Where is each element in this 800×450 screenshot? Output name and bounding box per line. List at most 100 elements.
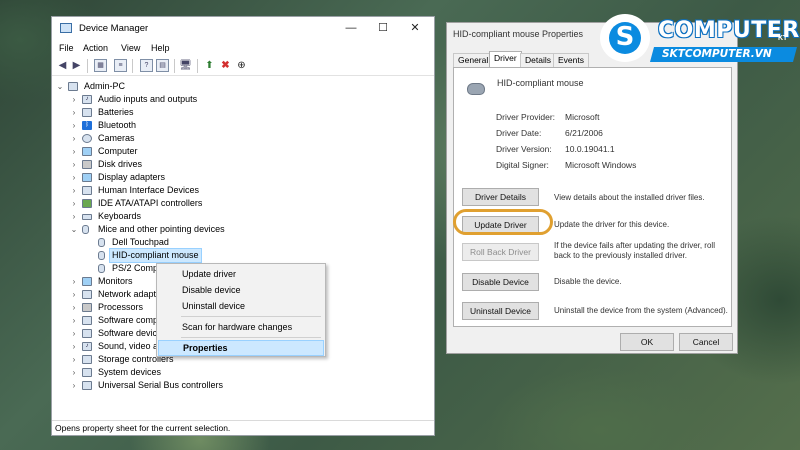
tree-item-dell-touchpad[interactable]: Dell Touchpad	[98, 236, 248, 249]
title-bar[interactable]: Device Manager — ☐ ✕	[52, 17, 434, 40]
chevron-right-icon[interactable]: ›	[70, 275, 78, 288]
roll-back-driver-desc: If the device fails after updating the d…	[554, 241, 715, 260]
tree-label: Display adapters	[98, 172, 166, 182]
tree-item-mice[interactable]: ⌄ Mice and other pointing devices	[70, 223, 290, 236]
chevron-right-icon[interactable]: ›	[70, 288, 78, 301]
tree-item-monitors[interactable]: › Monitors	[70, 275, 160, 288]
disable-device-button[interactable]: Disable Device	[462, 273, 539, 291]
tree-item-audio[interactable]: › ♪ Audio inputs and outputs	[70, 93, 270, 106]
menu-item-update-driver[interactable]: Update driver	[158, 266, 324, 282]
driver-provider-value: Microsoft	[565, 112, 600, 122]
chevron-right-icon[interactable]: ›	[70, 197, 78, 210]
menu-help[interactable]: Help	[151, 43, 170, 53]
chevron-right-icon[interactable]: ›	[70, 93, 78, 106]
tab-details[interactable]: Details	[520, 53, 556, 67]
tree-item-software-devices[interactable]: › Software devic	[70, 327, 160, 340]
enable-device-icon[interactable]: ⊕	[235, 59, 248, 72]
ide-controller-icon	[82, 199, 92, 208]
tree-item-keyboards[interactable]: › Keyboards	[70, 210, 270, 223]
tree-label: Bluetooth	[98, 120, 137, 130]
logo-badge: S	[600, 14, 650, 62]
tree-item-disk-drives[interactable]: › Disk drives	[70, 158, 270, 171]
menu-item-scan-hardware[interactable]: Scan for hardware changes	[158, 319, 324, 335]
chevron-right-icon[interactable]: ›	[70, 340, 78, 353]
close-button[interactable]: ✕	[402, 20, 428, 36]
scan-hardware-monitor-icon[interactable]: 🖥	[179, 59, 192, 72]
chevron-right-icon[interactable]: ›	[70, 366, 78, 379]
tab-driver[interactable]: Driver	[489, 51, 522, 68]
tree-item-computer[interactable]: › Computer	[70, 145, 270, 158]
tab-general[interactable]: General	[453, 53, 494, 67]
back-arrow-icon[interactable]: ◀	[56, 59, 69, 72]
chevron-right-icon[interactable]: ›	[70, 119, 78, 132]
tree-item-system-devices[interactable]: › System devices	[70, 366, 270, 379]
toolbar-divider	[87, 59, 88, 73]
chevron-right-icon[interactable]: ›	[70, 145, 78, 158]
menu-view[interactable]: View	[121, 43, 140, 53]
processor-icon	[82, 303, 92, 312]
chevron-down-icon[interactable]: ⌄	[70, 223, 78, 236]
disable-device-desc: Disable the device.	[554, 277, 622, 286]
chevron-right-icon[interactable]: ›	[70, 353, 78, 366]
tree-item-network-adapters[interactable]: › Network adapt	[70, 288, 160, 301]
menu-item-disable-device[interactable]: Disable device	[158, 282, 324, 298]
status-text: Opens property sheet for the current sel…	[55, 423, 231, 433]
tab-events[interactable]: Events	[553, 53, 589, 67]
toolbar: ◀ ▶ ▦ ≡ ? ▤ 🖥 ⬆ ✖ ⊕	[52, 56, 434, 76]
help-icon[interactable]: ?	[140, 59, 153, 72]
menu-item-properties[interactable]: Properties	[158, 340, 324, 356]
chevron-down-icon[interactable]: ⌄	[56, 80, 64, 93]
menu-item-uninstall-device[interactable]: Uninstall device	[158, 298, 324, 314]
tree-item-software-components[interactable]: › Software comp	[70, 314, 160, 327]
tree-item-ide-ata[interactable]: › IDE ATA/ATAPI controllers	[70, 197, 270, 210]
forward-arrow-icon[interactable]: ▶	[70, 59, 83, 72]
ok-button[interactable]: OK	[620, 333, 674, 351]
cancel-button[interactable]: Cancel	[679, 333, 733, 351]
monitor-icon	[82, 277, 92, 286]
status-bar: Opens property sheet for the current sel…	[52, 420, 434, 435]
toolbar-divider	[197, 59, 198, 73]
logo-domain: SKTCOMPUTER.VN	[662, 48, 772, 60]
disk-drive-icon	[82, 160, 92, 169]
tree-root-admin-pc[interactable]: ⌄ Admin-PC	[56, 80, 256, 93]
show-hide-console-tree-icon[interactable]: ▦	[94, 59, 107, 72]
chevron-right-icon[interactable]: ›	[70, 379, 78, 392]
tree-item-usb-controllers[interactable]: › Universal Serial Bus controllers	[70, 379, 290, 392]
properties-dialog: HID-compliant mouse Properties General D…	[446, 22, 738, 354]
driver-provider-label: Driver Provider:	[496, 112, 556, 122]
tree-item-cameras[interactable]: › Cameras	[70, 132, 270, 145]
tree-item-display-adapters[interactable]: › Display adapters	[70, 171, 270, 184]
tree-item-batteries[interactable]: › Batteries	[70, 106, 270, 119]
chevron-right-icon[interactable]: ›	[70, 171, 78, 184]
uninstall-device-icon[interactable]: ✖	[219, 59, 232, 72]
tree-item-processors[interactable]: › Processors	[70, 301, 160, 314]
speaker-icon: ♪	[82, 95, 92, 104]
usb-icon	[82, 381, 92, 390]
tree-item-hid[interactable]: › Human Interface Devices	[70, 184, 270, 197]
mouse-icon	[98, 264, 105, 273]
update-driver-icon[interactable]: ⬆	[203, 59, 216, 72]
chevron-right-icon[interactable]: ›	[70, 106, 78, 119]
chevron-right-icon[interactable]: ›	[70, 301, 78, 314]
chevron-right-icon[interactable]: ›	[70, 158, 78, 171]
device-manager-window: Device Manager — ☐ ✕ File Action View He…	[51, 16, 435, 436]
software-device-icon	[82, 329, 92, 338]
properties-sheet-icon[interactable]: ▤	[156, 59, 169, 72]
chevron-right-icon[interactable]: ›	[70, 314, 78, 327]
maximize-button[interactable]: ☐	[370, 20, 396, 36]
chevron-right-icon[interactable]: ›	[70, 210, 78, 223]
uninstall-device-button[interactable]: Uninstall Device	[462, 302, 539, 320]
driver-details-button[interactable]: Driver Details	[462, 188, 539, 206]
camera-icon	[82, 134, 92, 143]
menu-file[interactable]: File	[59, 43, 74, 53]
tree-item-bluetooth[interactable]: › ᛒ Bluetooth	[70, 119, 270, 132]
list-view-icon[interactable]: ≡	[114, 59, 127, 72]
minimize-button[interactable]: —	[338, 20, 364, 36]
chevron-right-icon[interactable]: ›	[70, 132, 78, 145]
tree-item-hid-compliant-mouse[interactable]: HID-compliant mouse	[98, 248, 248, 263]
chevron-right-icon[interactable]: ›	[70, 327, 78, 340]
chevron-right-icon[interactable]: ›	[70, 184, 78, 197]
menu-action[interactable]: Action	[83, 43, 108, 53]
roll-back-driver-button[interactable]: Roll Back Driver	[462, 243, 539, 261]
tree-item-sound-video[interactable]: › ♪ Sound, video a	[70, 340, 160, 353]
